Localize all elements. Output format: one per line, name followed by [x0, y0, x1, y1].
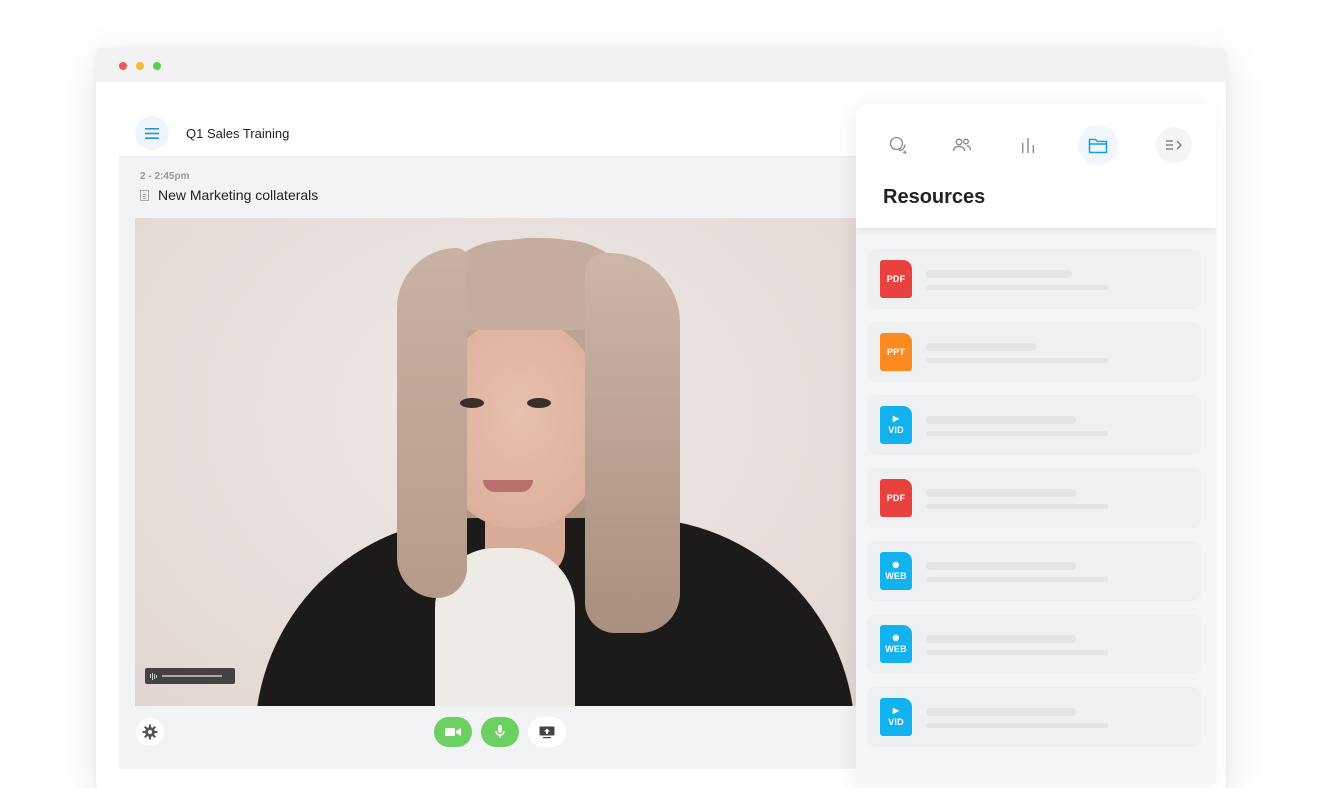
- file-meta-placeholder: [926, 358, 1108, 363]
- folder-icon: [1088, 138, 1108, 153]
- file-vid-icon: ▶ VID: [880, 406, 912, 444]
- collapse-panel-icon: [1166, 140, 1182, 150]
- file-glyph: ◉: [892, 633, 900, 642]
- window-titlebar: [96, 48, 1226, 82]
- participant-hair-right: [585, 253, 680, 633]
- participant-eye-right: [527, 398, 551, 408]
- session-time: 2 - 2:45pm: [140, 171, 190, 182]
- hamburger-icon: [145, 127, 159, 139]
- menu-button[interactable]: [135, 116, 169, 150]
- audio-level-indicator: [145, 668, 235, 684]
- meeting-app: Q1 Sales Training 2 - 2:45pm New Marketi…: [119, 109, 879, 769]
- app-header: Q1 Sales Training: [119, 109, 879, 157]
- file-type-label: VID: [888, 717, 904, 727]
- file-type-label: WEB: [885, 644, 907, 654]
- file-vid-icon: ▶ VID: [880, 698, 912, 736]
- file-name-placeholder: [926, 270, 1072, 278]
- resource-item[interactable]: ◉ WEB: [867, 541, 1201, 601]
- file-meta-placeholder: [926, 650, 1108, 655]
- people-icon: [952, 138, 972, 152]
- file-meta-placeholder: [926, 577, 1108, 582]
- audio-level-bar: [162, 675, 222, 677]
- resource-item[interactable]: ▶ VID: [867, 687, 1201, 747]
- tab-polls[interactable]: [1008, 125, 1048, 165]
- session-name: New Marketing collaterals: [140, 187, 318, 203]
- video-camera-icon: [445, 728, 461, 736]
- file-name-placeholder: [926, 635, 1076, 643]
- panel-header: Resources: [856, 104, 1216, 228]
- tab-chat[interactable]: [878, 125, 918, 165]
- tab-resources[interactable]: [1078, 125, 1118, 165]
- panel-title: Resources: [883, 186, 986, 208]
- file-meta-placeholder: [926, 285, 1108, 290]
- resources-panel: Resources PDF PPT ▶ VID PDF ◉ WEB ◉ WEB ▶ VID: [856, 104, 1216, 784]
- file-name-placeholder: [926, 708, 1076, 716]
- file-meta-placeholder: [926, 723, 1108, 728]
- file-pdf-icon: PDF: [880, 479, 912, 517]
- file-type-label: WEB: [885, 571, 907, 581]
- file-web-icon: ◉ WEB: [880, 625, 912, 663]
- screen-share-button[interactable]: [528, 717, 566, 747]
- resource-item[interactable]: PDF: [867, 468, 1201, 528]
- file-ppt-icon: PPT: [880, 333, 912, 371]
- file-glyph: ▶: [892, 706, 900, 715]
- file-type-label: PDF: [886, 493, 906, 503]
- file-web-icon: ◉ WEB: [880, 552, 912, 590]
- file-name-placeholder: [926, 489, 1076, 497]
- document-icon: [140, 189, 149, 201]
- sound-wave-icon: [150, 672, 157, 680]
- file-type-label: PPT: [886, 347, 906, 357]
- file-name-placeholder: [926, 562, 1076, 570]
- resource-item[interactable]: ◉ WEB: [867, 614, 1201, 674]
- minimize-window-dot[interactable]: [136, 62, 144, 70]
- file-type-label: VID: [888, 425, 904, 435]
- close-window-dot[interactable]: [119, 62, 127, 70]
- collapse-panel-button[interactable]: [1156, 127, 1192, 163]
- video-feed[interactable]: [135, 218, 879, 706]
- maximize-window-dot[interactable]: [153, 62, 161, 70]
- file-type-label: PDF: [886, 274, 906, 284]
- screen-share-icon: [539, 726, 555, 738]
- participant-mouth: [483, 480, 533, 492]
- resource-item[interactable]: ▶ VID: [867, 395, 1201, 455]
- meeting-title: Q1 Sales Training: [186, 126, 290, 141]
- file-glyph: ▶: [892, 414, 900, 423]
- file-meta-placeholder: [926, 431, 1108, 436]
- microphone-toggle-button[interactable]: [481, 717, 519, 747]
- tab-people[interactable]: [942, 125, 982, 165]
- file-name-placeholder: [926, 343, 1036, 351]
- session-name-label: New Marketing collaterals: [158, 187, 319, 203]
- file-meta-placeholder: [926, 504, 1108, 509]
- gear-icon: [142, 724, 158, 740]
- camera-toggle-button[interactable]: [434, 717, 472, 747]
- resource-item[interactable]: PDF: [867, 249, 1201, 309]
- file-glyph: ◉: [892, 560, 900, 569]
- chat-icon: [889, 136, 907, 155]
- microphone-icon: [495, 725, 505, 738]
- resource-list: PDF PPT ▶ VID PDF ◉ WEB ◉ WEB ▶ VID: [867, 249, 1201, 760]
- file-name-placeholder: [926, 416, 1076, 424]
- participant-hair-left: [397, 248, 467, 598]
- bar-chart-icon: [1022, 138, 1034, 153]
- participant-eye-left: [460, 398, 484, 408]
- settings-button[interactable]: [136, 718, 164, 746]
- file-pdf-icon: PDF: [880, 260, 912, 298]
- resource-item[interactable]: PPT: [867, 322, 1201, 382]
